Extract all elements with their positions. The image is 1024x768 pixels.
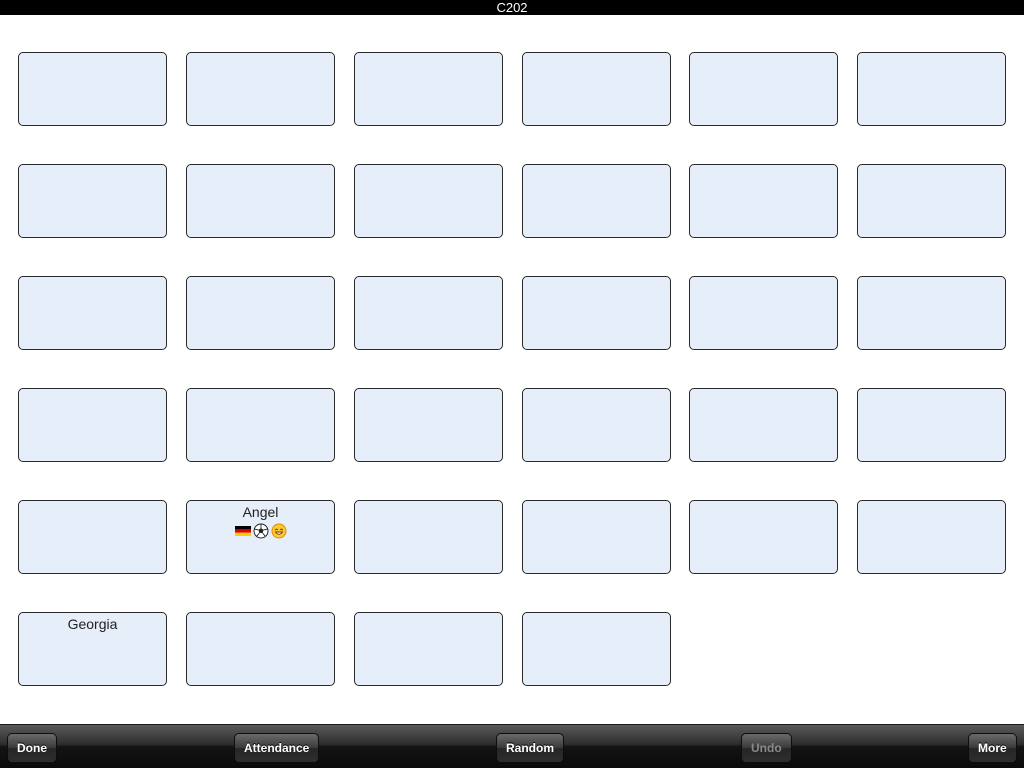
seat-desk[interactable] (18, 500, 167, 574)
student-name (523, 504, 670, 520)
seat-desk[interactable] (522, 164, 671, 238)
student-name (187, 280, 334, 296)
seat-desk[interactable] (857, 164, 1006, 238)
student-name (523, 280, 670, 296)
student-name (523, 392, 670, 408)
seat-desk[interactable] (857, 52, 1006, 126)
student-name (19, 280, 166, 296)
student-name (523, 56, 670, 72)
seat-desk[interactable] (354, 500, 503, 574)
student-name (355, 616, 502, 632)
student-name (187, 392, 334, 408)
seat-desk[interactable] (18, 52, 167, 126)
done-button[interactable]: Done (7, 733, 57, 763)
seat-desk[interactable] (689, 388, 838, 462)
student-name (19, 504, 166, 520)
seat-desk[interactable] (522, 52, 671, 126)
student-name (355, 504, 502, 520)
seat-desk[interactable] (354, 612, 503, 686)
seat-desk[interactable] (18, 388, 167, 462)
bottom-toolbar: Done Attendance Random Undo More (0, 724, 1024, 768)
student-name (355, 168, 502, 184)
student-name (858, 504, 1005, 520)
seat-desk[interactable] (689, 500, 838, 574)
seat-desk[interactable] (18, 276, 167, 350)
student-name (355, 280, 502, 296)
seat-desk[interactable] (354, 388, 503, 462)
student-name: Angel (242, 504, 279, 520)
seat-desk[interactable] (689, 276, 838, 350)
student-name (690, 168, 837, 184)
seat-desk[interactable] (354, 52, 503, 126)
student-name (523, 168, 670, 184)
seat-desk[interactable] (354, 164, 503, 238)
undo-button[interactable]: Undo (741, 733, 792, 763)
status-bar: C202 (0, 0, 1024, 15)
student-name (858, 280, 1005, 296)
student-name (690, 56, 837, 72)
student-name: Georgia (67, 616, 118, 632)
soccer-ball-icon (253, 523, 268, 539)
attendance-button[interactable]: Attendance (234, 733, 320, 763)
seat-desk[interactable] (18, 164, 167, 238)
student-name (187, 616, 334, 632)
seat-desk[interactable]: Angel (186, 500, 335, 574)
seat-desk[interactable] (857, 276, 1006, 350)
student-name (187, 56, 334, 72)
more-button[interactable]: More (968, 733, 1017, 763)
seat-desk[interactable] (522, 388, 671, 462)
seat-desk[interactable] (857, 388, 1006, 462)
student-name (690, 280, 837, 296)
german-flag-icon (234, 526, 251, 536)
student-name (858, 168, 1005, 184)
student-name (690, 504, 837, 520)
student-name (187, 168, 334, 184)
student-name (19, 56, 166, 72)
student-name (355, 56, 502, 72)
student-name (19, 392, 166, 408)
student-name (690, 392, 837, 408)
random-button[interactable]: Random (496, 733, 564, 763)
seat-desk[interactable] (186, 612, 335, 686)
seat-desk[interactable] (522, 276, 671, 350)
student-name (858, 56, 1005, 72)
happy-face-icon (271, 523, 286, 539)
seat-desk[interactable] (857, 500, 1006, 574)
classroom-title: C202 (496, 0, 528, 15)
seat-desk[interactable] (186, 164, 335, 238)
seat-desk[interactable] (689, 164, 838, 238)
seat-desk[interactable] (186, 52, 335, 126)
seat-desk[interactable] (186, 276, 335, 350)
seat-desk[interactable] (186, 388, 335, 462)
seat-desk[interactable] (522, 500, 671, 574)
student-name (19, 168, 166, 184)
student-name (523, 616, 670, 632)
seat-desk[interactable]: Georgia (18, 612, 167, 686)
seat-desk[interactable] (689, 52, 838, 126)
seat-desk[interactable] (354, 276, 503, 350)
seating-chart: Angel Georgia (0, 15, 1024, 724)
seat-desk[interactable] (522, 612, 671, 686)
student-name (858, 392, 1005, 408)
student-badges (187, 523, 334, 539)
student-name (355, 392, 502, 408)
